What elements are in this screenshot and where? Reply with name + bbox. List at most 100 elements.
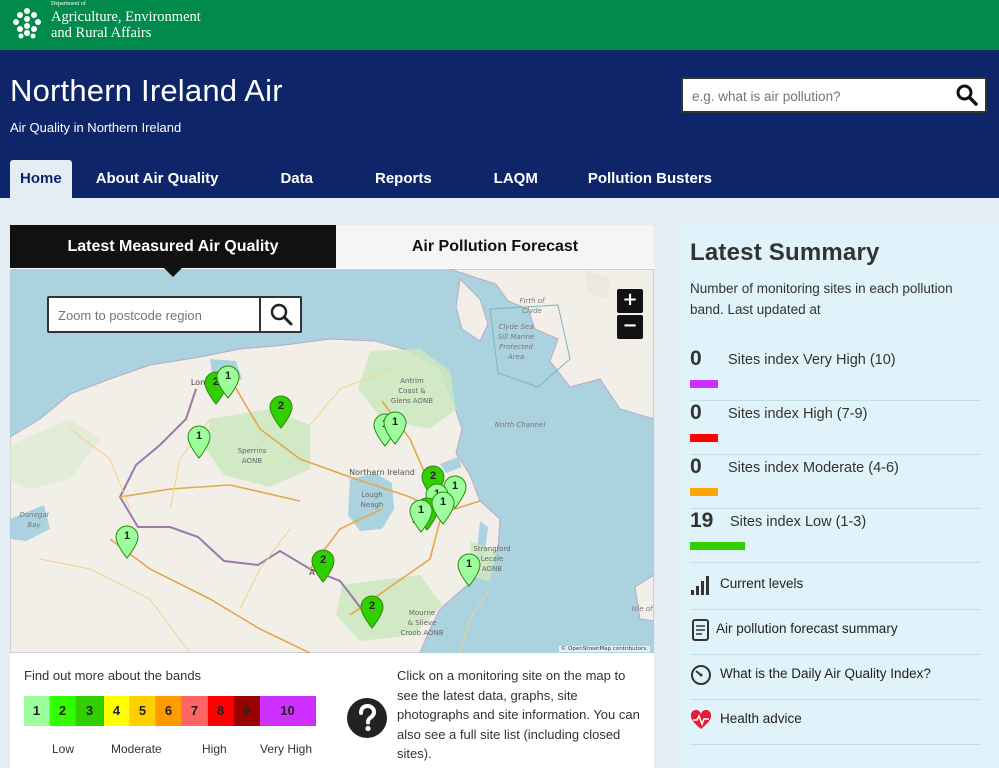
- band-name-low: Low: [52, 742, 75, 756]
- link-label: Health advice: [720, 711, 802, 726]
- band-name-high: High: [202, 742, 227, 756]
- marker-band: 2: [319, 554, 327, 566]
- map-site-marker[interactable]: 1: [430, 491, 456, 525]
- bands-info-link[interactable]: Find out more about the bands: [24, 668, 201, 683]
- summary-count: 0: [690, 347, 702, 370]
- label-lough-neagh-2: Neagh: [361, 501, 384, 509]
- band-name-very-high: Very High: [260, 742, 313, 756]
- label-isle-of-man: Isle of: [632, 605, 654, 613]
- tab-air-pollution-forecast[interactable]: Air Pollution Forecast: [336, 225, 654, 268]
- map-site-marker[interactable]: 1: [215, 365, 241, 399]
- site-subtitle: Air Quality in Northern Ireland: [10, 120, 182, 135]
- summary-count: 19: [690, 509, 714, 532]
- label-clyde-sea-sill-1: Clyde Sea: [499, 323, 534, 331]
- summary-label: Sites index Low (1-3): [730, 514, 867, 530]
- summary-count: 0: [690, 455, 702, 478]
- summary-label: Sites index Moderate (4-6): [728, 460, 899, 476]
- summary-bar: [690, 380, 718, 388]
- label-firth-of-clyde-2: Clyde: [522, 307, 542, 315]
- search-icon[interactable]: [955, 83, 979, 107]
- marker-band: 1: [123, 530, 131, 542]
- air-quality-panel: Latest Measured Air Quality Air Pollutio…: [10, 225, 654, 768]
- map-site-marker[interactable]: 1: [186, 425, 212, 459]
- link-label: What is the Daily Air Quality Index?: [720, 666, 931, 681]
- map-site-marker[interactable]: 2: [359, 595, 385, 629]
- marker-band: 2: [368, 600, 376, 612]
- band-8: 8: [208, 696, 234, 726]
- marker-band: 1: [224, 370, 232, 382]
- forecast-document-icon: [692, 619, 709, 641]
- postcode-zoom-button[interactable]: [259, 298, 300, 331]
- nav-laqm[interactable]: LAQM: [482, 160, 550, 198]
- label-clyde-sea-sill-3: Protected: [499, 343, 533, 351]
- marker-band: 1: [465, 558, 473, 570]
- band-names: Low Moderate High Very High: [24, 742, 324, 760]
- marker-band: 1: [439, 496, 447, 508]
- nav-reports[interactable]: Reports: [363, 160, 444, 198]
- department-name[interactable]: Agriculture, Environment and Rural Affai…: [51, 9, 201, 41]
- map-site-marker[interactable]: 1: [456, 553, 482, 587]
- active-tab-pointer: [164, 268, 182, 277]
- site-title[interactable]: Northern Ireland Air: [10, 73, 283, 109]
- link-label: Air pollution forecast summary: [716, 621, 898, 636]
- summary-row-moderate: 0 Sites index Moderate (4-6): [690, 455, 980, 509]
- label-lough-neagh-1: Lough: [361, 491, 382, 499]
- label-antrim-2: Coast &: [398, 387, 426, 395]
- summary-row-very-high: 0 Sites index Very High (10): [690, 347, 980, 401]
- band-7: 7: [182, 696, 208, 726]
- label-clyde-sea-sill-2: Sill Marine: [498, 333, 534, 341]
- map-help-text: Click on a monitoring site on the map to…: [397, 668, 640, 761]
- summary-description: Number of monitoring sites in each pollu…: [690, 281, 953, 317]
- label-north-channel: North Channel: [495, 421, 546, 429]
- label-strangford-2: Lecale: [481, 555, 503, 563]
- nav-pollution-busters[interactable]: Pollution Busters: [576, 160, 724, 198]
- daera-logo-icon[interactable]: [10, 3, 44, 43]
- band-4: 4: [104, 696, 130, 726]
- search-icon: [270, 303, 293, 326]
- map-site-marker[interactable]: 1: [382, 411, 408, 445]
- label-sperrins-1: Sperrins: [238, 447, 267, 455]
- gauge-icon: [691, 665, 711, 685]
- summary-bar: [690, 542, 745, 550]
- nav-about-air-quality[interactable]: About Air Quality: [84, 160, 231, 198]
- map-attribution[interactable]: © OpenStreetMap contributors.: [558, 646, 650, 652]
- air-quality-map[interactable]: Firth of Clyde Clyde Sea Sill Marine Pro…: [10, 269, 654, 653]
- map-zoom-out-button[interactable]: −: [617, 315, 643, 339]
- map-site-marker[interactable]: 2: [310, 549, 336, 583]
- band-2: 2: [50, 696, 76, 726]
- marker-band: 1: [195, 430, 203, 442]
- site-search: [681, 77, 987, 113]
- label-northern-ireland: Northern Ireland: [349, 468, 415, 477]
- band-1: 1: [24, 696, 50, 726]
- label-firth-of-clyde: Firth of: [519, 297, 546, 305]
- map-site-marker[interactable]: 2: [268, 395, 294, 429]
- postcode-zoom-input[interactable]: [58, 306, 253, 324]
- band-9: 9: [234, 696, 260, 726]
- label-donegal-1: Donegal: [19, 511, 48, 519]
- nav-data[interactable]: Data: [268, 160, 325, 198]
- label-antrim-1: Antrim: [400, 377, 424, 385]
- band-10: 10: [260, 696, 316, 726]
- label-antrim-3: Glens AONB: [391, 397, 433, 405]
- postcode-zoom: [47, 296, 302, 333]
- summary-label: Sites index High (7-9): [728, 406, 868, 422]
- department-name-line1: Agriculture, Environment: [51, 9, 201, 25]
- summary-row-low: 19 Sites index Low (1-3): [690, 509, 980, 563]
- nav-home[interactable]: Home: [10, 160, 72, 198]
- map-zoom-in-button[interactable]: +: [617, 289, 643, 313]
- band-3: 3: [76, 696, 104, 726]
- label-strangford-1: Strangford: [473, 545, 510, 553]
- heart-pulse-icon: [690, 709, 712, 729]
- link-health-advice[interactable]: Health advice: [690, 700, 980, 745]
- band-name-moderate: Moderate: [111, 742, 162, 756]
- site-search-input[interactable]: [692, 86, 947, 106]
- summary-title: Latest Summary: [690, 239, 880, 266]
- link-forecast-summary[interactable]: Air pollution forecast summary: [690, 610, 980, 655]
- tab-latest-measured[interactable]: Latest Measured Air Quality: [10, 225, 336, 268]
- site-header: Northern Ireland Air Air Quality in Nort…: [0, 50, 999, 198]
- label-donegal-2: Bay: [27, 521, 41, 529]
- link-current-levels[interactable]: Current levels: [690, 565, 980, 610]
- map-site-marker[interactable]: 1: [114, 525, 140, 559]
- summary-bar: [690, 488, 718, 496]
- link-daily-air-quality-index[interactable]: What is the Daily Air Quality Index?: [690, 655, 980, 700]
